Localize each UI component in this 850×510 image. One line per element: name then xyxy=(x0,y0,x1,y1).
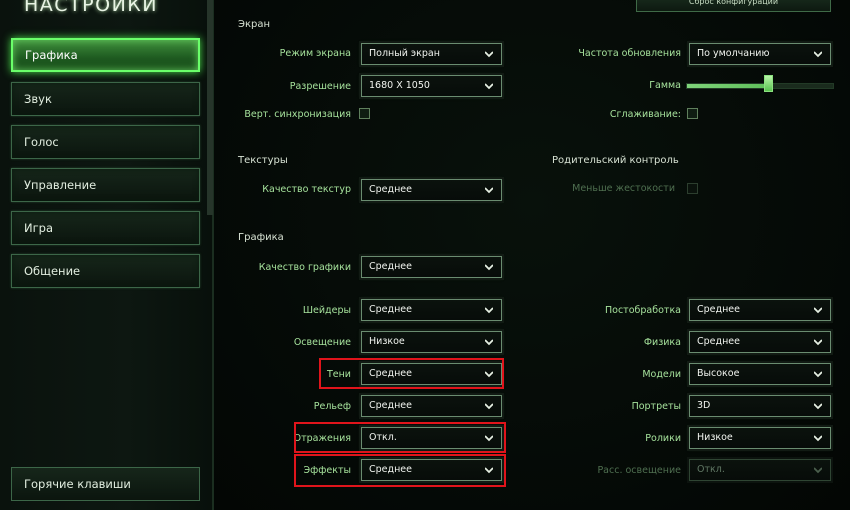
less-gore-label: Меньше жестокости xyxy=(572,183,675,194)
chevron-down-icon xyxy=(814,371,822,378)
nav-item-voice[interactable]: Голос xyxy=(11,125,200,159)
nav-item-sound[interactable]: Звук xyxy=(11,82,200,116)
nav-item-social[interactable]: Общение xyxy=(11,254,200,288)
shaders-dropdown[interactable]: Среднее xyxy=(361,299,502,321)
texture-quality-dropdown[interactable]: Среднее xyxy=(361,179,502,201)
texture-quality-label: Качество текстур xyxy=(262,184,351,195)
screen-mode-dropdown[interactable]: Полный экран xyxy=(361,43,502,65)
smoothing-checkbox[interactable] xyxy=(687,108,698,119)
reset-config-button[interactable]: Сброс конфигурации xyxy=(636,0,831,12)
chevron-down-icon xyxy=(814,51,822,58)
graphics-quality-dropdown[interactable]: Среднее xyxy=(361,256,502,278)
physics-label: Физика xyxy=(643,337,681,348)
section-heading-screen: Экран xyxy=(238,19,271,30)
portraits-label: Портреты xyxy=(631,401,681,412)
graphics-quality-label: Качество графики xyxy=(258,262,351,273)
models-dropdown[interactable]: Высокое xyxy=(689,363,831,385)
section-heading-textures: Текстуры xyxy=(238,155,288,166)
terrain-value: Среднее xyxy=(369,400,412,411)
refresh-rate-value: По умолчанию xyxy=(697,48,770,59)
less-gore-checkbox[interactable] xyxy=(687,183,698,194)
indirect-lighting-value: Откл. xyxy=(697,464,725,475)
chevron-down-icon xyxy=(485,51,493,58)
highlight-box-reflections xyxy=(294,422,506,453)
movies-value: Низкое xyxy=(697,432,733,443)
chevron-down-icon xyxy=(814,403,822,410)
gamma-slider-track[interactable] xyxy=(686,83,834,89)
vsync-checkbox[interactable] xyxy=(359,108,370,119)
postprocess-label: Постобработка xyxy=(605,305,681,316)
chevron-down-icon xyxy=(485,339,493,346)
smoothing-label: Сглаживание: xyxy=(609,109,681,120)
lighting-label: Освещение xyxy=(293,337,351,348)
hotkeys-button[interactable]: Горячие клавиши xyxy=(11,467,200,501)
terrain-dropdown[interactable]: Среднее xyxy=(361,395,502,417)
portraits-value: 3D xyxy=(697,400,711,411)
indirect-lighting-label: Расс. освещение xyxy=(597,465,681,476)
chevron-down-icon xyxy=(485,403,493,410)
chevron-down-icon xyxy=(485,187,493,194)
physics-dropdown[interactable]: Среднее xyxy=(689,331,831,353)
postprocess-dropdown[interactable]: Среднее xyxy=(689,299,831,321)
settings-title: НАСТРОЙКИ xyxy=(24,0,158,16)
highlight-box-shadows xyxy=(319,358,504,389)
models-label: Модели xyxy=(642,369,681,380)
screen-mode-label: Режим экрана xyxy=(279,48,351,59)
chevron-down-icon xyxy=(814,435,822,442)
chevron-down-icon xyxy=(814,307,822,314)
lighting-value: Низкое xyxy=(369,336,405,347)
chevron-down-icon xyxy=(814,339,822,346)
models-value: Высокое xyxy=(697,368,740,379)
nav-scrollbar[interactable] xyxy=(207,0,213,215)
settings-nav-panel: НАСТРОЙКИ Графика Звук Голос Управление … xyxy=(0,0,214,510)
nav-item-game[interactable]: Игра xyxy=(11,211,200,245)
nav-item-graphics[interactable]: Графика xyxy=(11,38,200,72)
gamma-slider-handle[interactable] xyxy=(764,75,773,92)
resolution-dropdown[interactable]: 1680 X 1050 xyxy=(361,75,502,97)
chevron-down-icon xyxy=(814,467,822,474)
shaders-label: Шейдеры xyxy=(302,305,351,316)
highlight-box-effects xyxy=(294,454,506,487)
vsync-label: Верт. синхронизация xyxy=(244,109,351,120)
terrain-label: Рельеф xyxy=(313,401,351,412)
shaders-value: Среднее xyxy=(369,304,412,315)
texture-quality-value: Среднее xyxy=(369,184,412,195)
physics-value: Среднее xyxy=(697,336,740,347)
postprocess-value: Среднее xyxy=(697,304,740,315)
indirect-lighting-dropdown[interactable]: Откл. xyxy=(689,459,831,481)
chevron-down-icon xyxy=(485,264,493,271)
resolution-value: 1680 X 1050 xyxy=(369,80,430,91)
chevron-down-icon xyxy=(485,307,493,314)
movies-label: Ролики xyxy=(645,433,681,444)
refresh-rate-label: Частота обновления xyxy=(578,48,681,59)
resolution-label: Разрешение xyxy=(289,81,351,92)
refresh-rate-dropdown[interactable]: По умолчанию xyxy=(689,43,831,65)
portraits-dropdown[interactable]: 3D xyxy=(689,395,831,417)
gamma-label: Гамма xyxy=(649,80,681,91)
screen-mode-value: Полный экран xyxy=(369,48,440,59)
nav-item-controls[interactable]: Управление xyxy=(11,168,200,202)
graphics-quality-value: Среднее xyxy=(369,261,412,272)
lighting-dropdown[interactable]: Низкое xyxy=(361,331,502,353)
section-heading-graphics: Графика xyxy=(238,232,284,243)
section-heading-parental: Родительский контроль xyxy=(552,155,679,166)
chevron-down-icon xyxy=(485,83,493,90)
movies-dropdown[interactable]: Низкое xyxy=(689,427,831,449)
